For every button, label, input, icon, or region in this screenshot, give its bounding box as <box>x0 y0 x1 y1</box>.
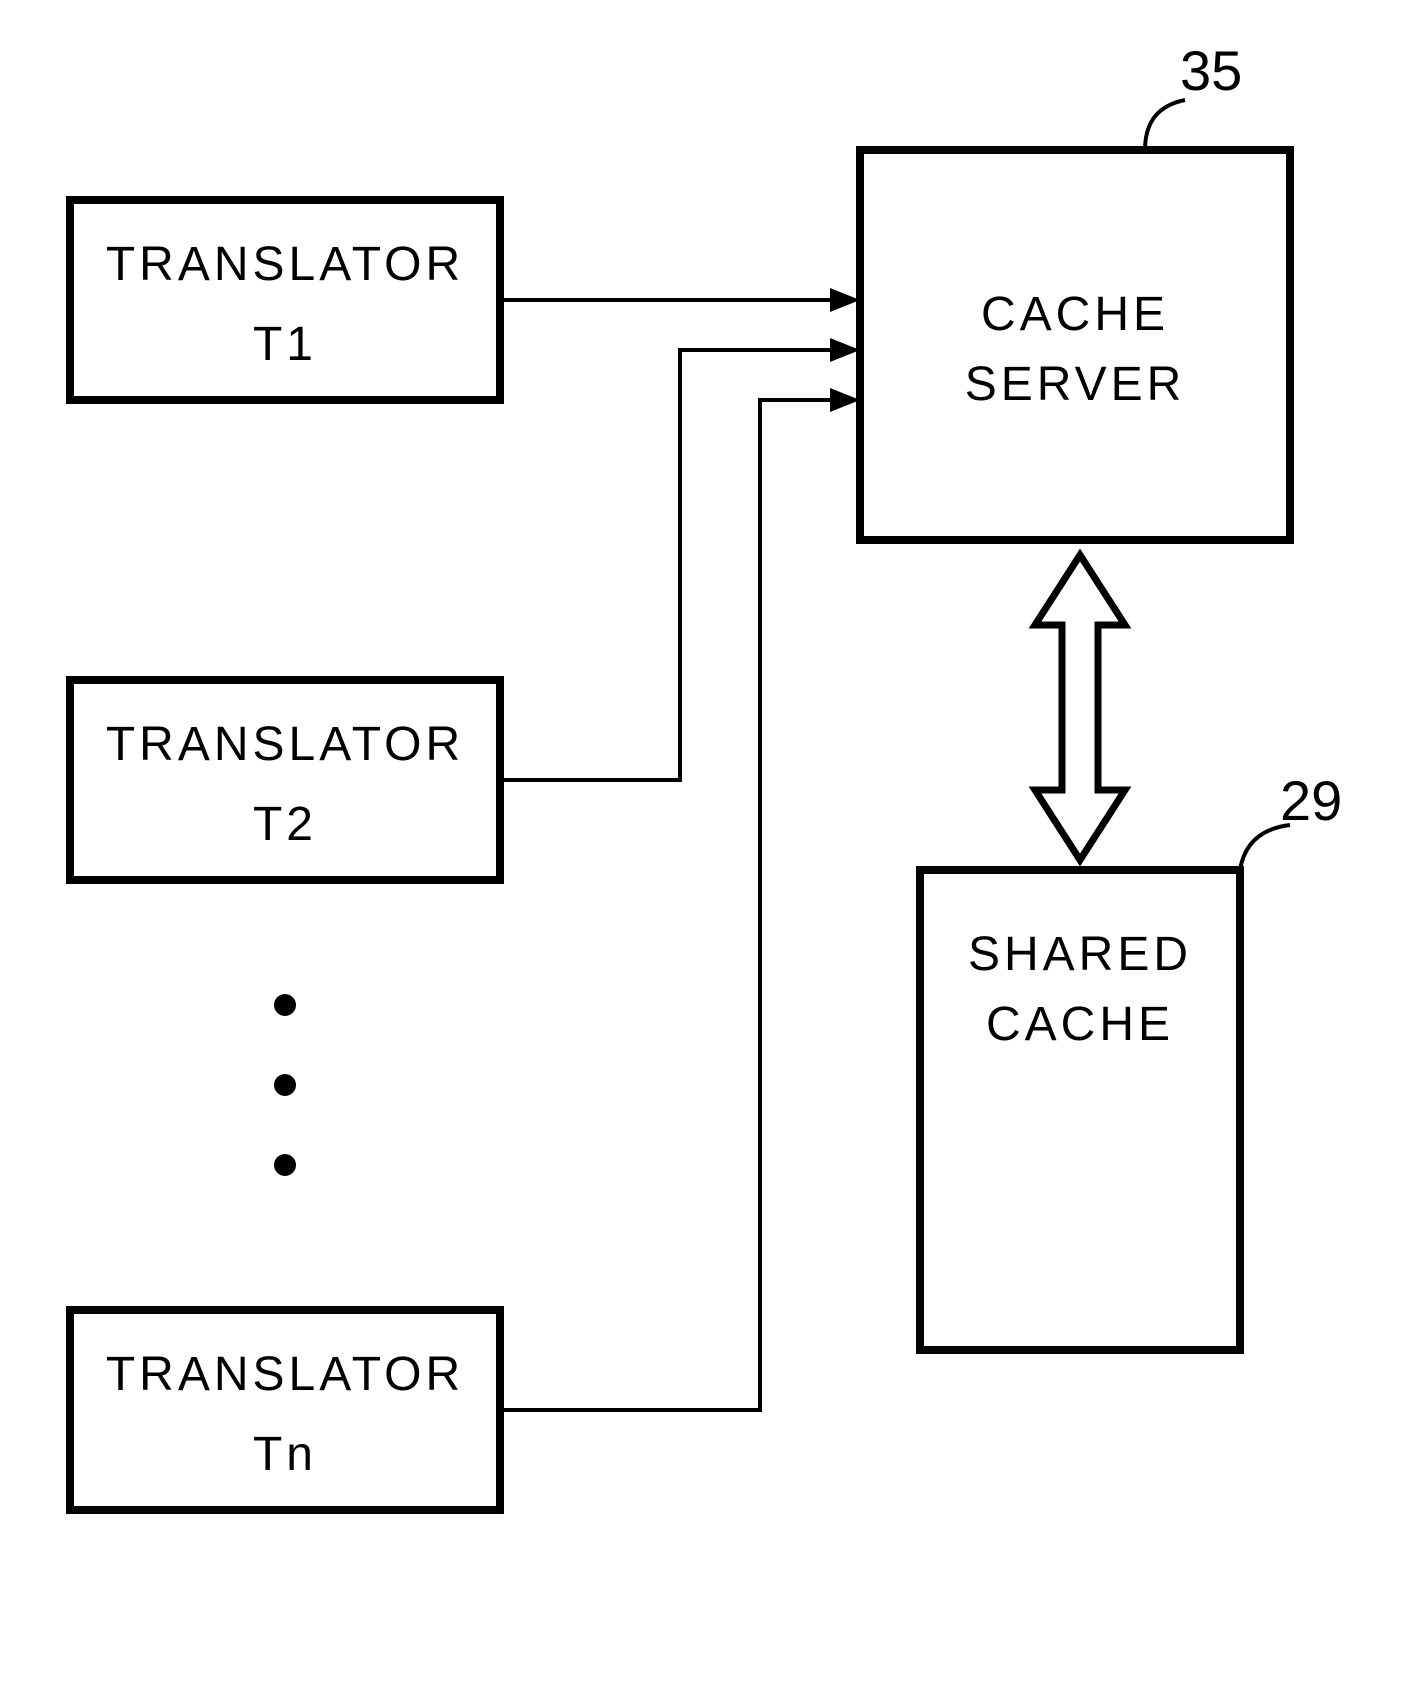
ref-35-text: 35 <box>1180 39 1242 102</box>
translator-tn-label-id: Tn <box>253 1428 317 1481</box>
cache-server-label-2: SERVER <box>965 358 1186 411</box>
translator-t2-label-id: T2 <box>253 798 317 851</box>
translator-t1-box: TRANSLATOR T1 <box>70 200 500 400</box>
translator-t2-label-word: TRANSLATOR <box>106 718 464 771</box>
ref-29: 29 <box>1240 769 1342 870</box>
connector-t2-to-cache <box>500 338 860 780</box>
shared-cache-label-2: CACHE <box>986 998 1174 1051</box>
connector-t1-to-cache <box>500 288 860 312</box>
double-arrow-cache-to-shared <box>1035 555 1125 860</box>
translator-tn-box: TRANSLATOR Tn <box>70 1310 500 1510</box>
translator-tn-label-word: TRANSLATOR <box>106 1348 464 1401</box>
ellipsis-dot <box>274 1074 296 1096</box>
translator-t2-box: TRANSLATOR T2 <box>70 680 500 880</box>
cache-server-label-1: CACHE <box>981 288 1169 341</box>
translator-t1-label-id: T1 <box>253 318 317 371</box>
translator-t1-label-word: TRANSLATOR <box>106 238 464 291</box>
shared-cache-box: SHARED CACHE <box>920 870 1240 1350</box>
ref-29-text: 29 <box>1280 769 1342 832</box>
ellipsis-dot <box>274 994 296 1016</box>
diagram-canvas: TRANSLATOR T1 TRANSLATOR T2 TRANSLATOR T… <box>0 0 1406 1690</box>
cache-server-box: CACHE SERVER <box>860 150 1290 540</box>
ellipsis-dot <box>274 1154 296 1176</box>
ref-35: 35 <box>1145 39 1242 150</box>
shared-cache-label-1: SHARED <box>968 928 1192 981</box>
